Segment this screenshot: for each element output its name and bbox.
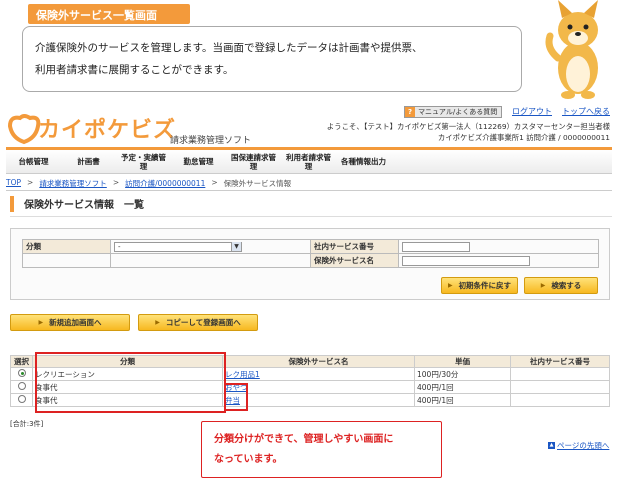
divider	[10, 216, 612, 217]
callout-line-1: 分類分けができて、管理しやすい画面に	[214, 434, 394, 445]
question-icon: ?	[405, 107, 416, 117]
help-button[interactable]: ? マニュアル/よくある質問	[404, 106, 503, 118]
nav-schedule[interactable]: 予定・実績管理	[116, 150, 171, 173]
page-top-label: ページの先頭へ	[557, 441, 610, 450]
service-name-cell	[398, 253, 599, 268]
breadcrumb-soft[interactable]: 請求業務管理ソフト	[39, 178, 107, 189]
category-label: 分類	[22, 239, 111, 254]
page-title: 保険外サービス情報 一覧	[10, 196, 612, 212]
empty-cell	[22, 253, 111, 268]
highlight-outline	[35, 352, 226, 413]
triangle-right-icon: ▶	[38, 319, 44, 326]
triangle-right-icon: ▶	[447, 282, 453, 289]
service-name-cell: おやつ	[222, 380, 415, 394]
service-link[interactable]: レク用品1	[225, 370, 260, 379]
search-button-label: 検索する	[551, 281, 582, 290]
internal-no-label: 社内サービス番号	[310, 239, 399, 254]
internal-no-cell	[510, 367, 610, 381]
top-link[interactable]: トップへ戻る	[562, 106, 610, 117]
internal-no-cell	[510, 393, 610, 407]
internal-no-cell	[398, 239, 599, 254]
tutorial-callout: 分類分けができて、管理しやすい画面に なっています。	[201, 421, 442, 478]
callout-line-2: なっています。	[214, 454, 283, 465]
breadcrumb-current: 保険外サービス情報	[223, 179, 292, 188]
result-count: [合計:3件]	[10, 420, 44, 428]
col-service-name: 保険外サービス名	[222, 355, 415, 368]
page-top-link[interactable]: ▲ ページの先頭へ	[548, 440, 609, 451]
logout-link[interactable]: ログアウト	[512, 106, 552, 117]
welcome-text: ようこそ、【テスト】カイポケビズ第一法人（112269）カスタマーセンター担当者…	[327, 121, 610, 143]
highlight-connector	[226, 383, 248, 411]
search-form: 分類 - ▼ 社内サービス番号 保険外サービス名	[22, 239, 599, 268]
help-label: マニュアル/よくある質問	[418, 108, 498, 116]
search-button[interactable]: ▶ 検索する	[524, 277, 598, 294]
reset-button[interactable]: ▶ 初期条件に戻す	[441, 277, 518, 294]
select-cell	[10, 367, 33, 381]
tutorial-title: 保険外サービス一覧画面	[28, 4, 190, 24]
price-cell: 100円/30分	[414, 367, 511, 381]
service-name-input[interactable]	[402, 255, 530, 266]
breadcrumb-sep: >	[211, 178, 218, 187]
reset-button-label: 初期条件に戻す	[458, 281, 512, 290]
internal-no-cell	[510, 380, 610, 394]
category-cell: - ▼	[110, 239, 311, 254]
price-cell: 400円/1回	[414, 393, 511, 407]
nav-plan[interactable]: 計画書	[61, 150, 116, 173]
divider	[6, 190, 612, 191]
welcome-line-1: ようこそ、【テスト】カイポケビズ第一法人（112269）カスタマーセンター担当者…	[326, 122, 610, 131]
breadcrumb-office[interactable]: 訪問介護/0000000011	[125, 178, 205, 189]
service-name-cell: 弁当	[222, 393, 415, 407]
main-nav: 台帳管理 計画書 予定・実績管理 勤怠管理 国保連請求管理 利用者請求管理 各種…	[6, 147, 612, 174]
tutorial-line-2: 利用者請求書に展開することができます。	[35, 64, 234, 76]
tutorial-box: 介護保険外のサービスを管理します。当画面で登録したデータは計画書や提供票、 利用…	[22, 26, 522, 92]
logo-text[interactable]: カイポケビズ	[38, 112, 176, 144]
nav-user-billing[interactable]: 利用者請求管理	[281, 150, 336, 173]
copy-register-button-label: コピーして登録画面へ	[165, 318, 241, 327]
service-name-cell: レク用品1	[222, 367, 415, 381]
nav-attendance[interactable]: 勤怠管理	[171, 150, 226, 173]
arrow-up-icon: ▲	[548, 442, 555, 449]
app-name: 請求業務管理ソフト	[170, 136, 252, 146]
welcome-line-2: カイポケビズ介護事業所1 訪問介護 / 0000000011	[437, 133, 610, 142]
col-internal-no: 社内サービス番号	[510, 355, 610, 368]
new-add-button-label: 新規追加画面へ	[49, 318, 102, 327]
row-radio[interactable]	[17, 395, 26, 403]
row-radio[interactable]	[17, 369, 26, 377]
chevron-down-icon: ▼	[231, 242, 241, 251]
col-price: 単価	[414, 355, 511, 368]
service-name-label: 保険外サービス名	[310, 253, 399, 268]
nav-output[interactable]: 各種情報出力	[336, 150, 391, 173]
price-cell: 400円/1回	[414, 380, 511, 394]
category-value: -	[118, 242, 121, 251]
new-add-button[interactable]: ▶ 新規追加画面へ	[10, 314, 130, 331]
triangle-right-icon: ▶	[155, 319, 160, 326]
nav-ledger[interactable]: 台帳管理	[6, 150, 61, 173]
empty-cell	[110, 253, 311, 268]
breadcrumb-sep: >	[27, 178, 34, 187]
breadcrumb-top[interactable]: TOP	[6, 178, 21, 189]
tutorial-line-1: 介護保険外のサービスを管理します。当画面で登録したデータは計画書や提供票、	[35, 42, 423, 54]
breadcrumb: TOP > 請求業務管理ソフト > 訪問介護/0000000011 > 保険外サ…	[6, 178, 291, 189]
nav-kokuho-billing[interactable]: 国保連請求管理	[226, 150, 281, 173]
category-select[interactable]: - ▼	[114, 241, 242, 252]
breadcrumb-sep: >	[112, 178, 120, 187]
triangle-right-icon: ▶	[540, 282, 546, 289]
internal-no-input[interactable]	[402, 241, 470, 252]
select-cell	[10, 393, 33, 407]
dog-mascot-icon	[545, 0, 598, 99]
copy-register-button[interactable]: ▶ コピーして登録画面へ	[138, 314, 258, 331]
col-select: 選択	[10, 355, 33, 368]
row-radio[interactable]	[17, 382, 26, 390]
select-cell	[10, 380, 33, 394]
